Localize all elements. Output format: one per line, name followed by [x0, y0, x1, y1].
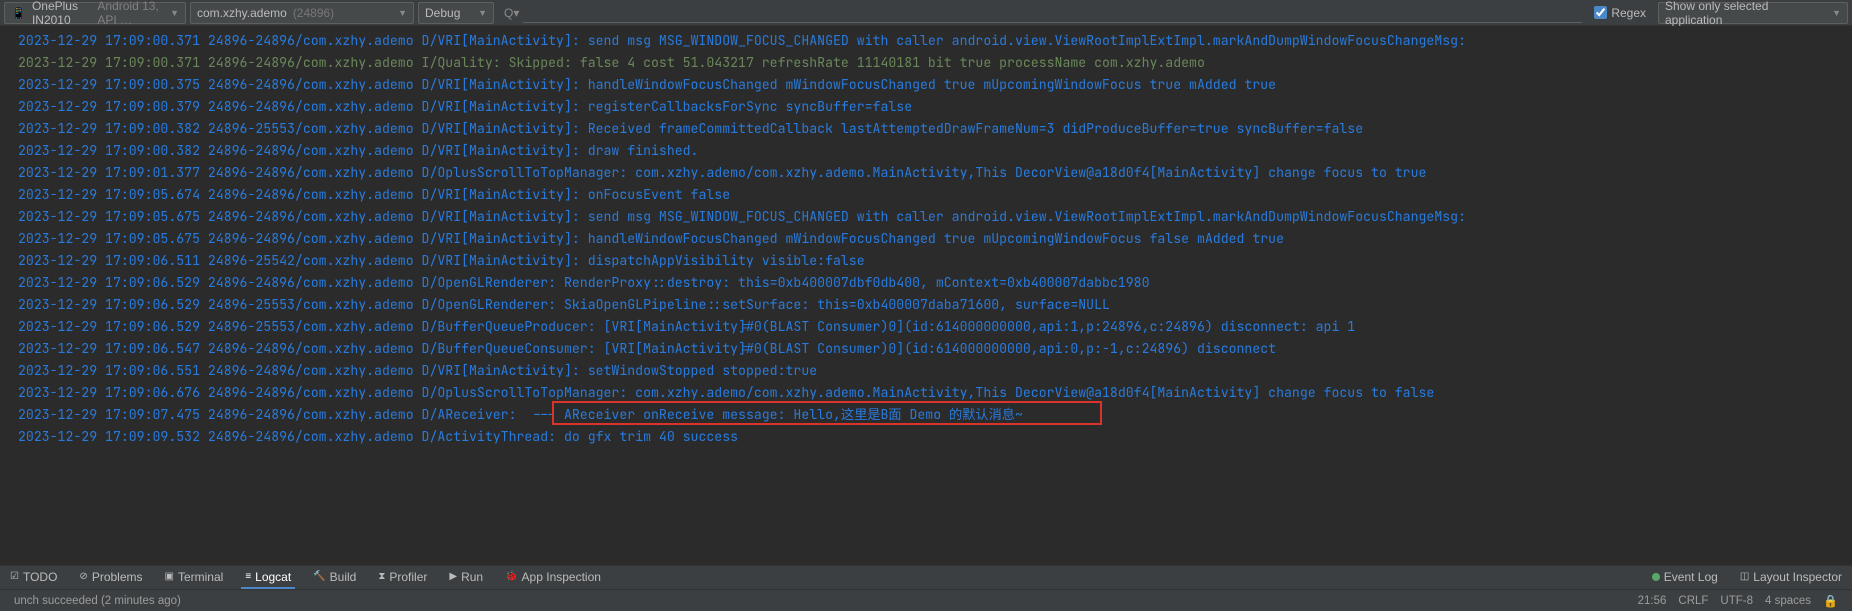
device-api: Android 13, API … — [97, 0, 164, 27]
tab-label: Event Log — [1664, 570, 1718, 584]
indent-info[interactable]: 4 spaces — [1765, 595, 1811, 607]
tab-label: Logcat — [255, 570, 291, 584]
loglevel-label: Debug — [425, 6, 460, 20]
chevron-down-icon: ▼ — [478, 8, 487, 18]
tab-build[interactable]: 🔨 Build — [309, 566, 360, 589]
tab-label: Layout Inspector — [1753, 570, 1842, 584]
search-input[interactable] — [523, 3, 1582, 23]
status-message: unch succeeded (2 minutes ago) — [14, 595, 181, 607]
log-line[interactable]: 2023-12-29 17:09:06.529 24896-25553/com.… — [18, 316, 1852, 338]
regex-checkbox-input[interactable] — [1594, 6, 1607, 19]
tab-label: Run — [461, 570, 483, 584]
line-separator[interactable]: CRLF — [1678, 595, 1708, 607]
log-line[interactable]: 2023-12-29 17:09:06.529 24896-25553/com.… — [18, 294, 1852, 316]
tab-terminal[interactable]: ▣ Terminal — [161, 566, 228, 589]
layout-inspector-icon: ◫ — [1740, 571, 1749, 582]
log-line[interactable]: 2023-12-29 17:09:00.382 24896-25553/com.… — [18, 118, 1852, 140]
log-line[interactable]: 2023-12-29 17:09:05.675 24896-24896/com.… — [18, 206, 1852, 228]
log-line[interactable]: 2023-12-29 17:09:00.382 24896-24896/com.… — [18, 140, 1852, 162]
caret-position[interactable]: 21:56 — [1638, 595, 1667, 607]
tab-profiler[interactable]: ⧗ Profiler — [374, 566, 431, 589]
log-line[interactable]: 2023-12-29 17:09:06.511 24896-25542/com.… — [18, 250, 1852, 272]
filter-selector[interactable]: Show only selected application ▼ — [1658, 2, 1848, 24]
status-bar: unch succeeded (2 minutes ago) 21:56 CRL… — [0, 589, 1852, 611]
tab-layout-inspector[interactable]: ◫ Layout Inspector — [1736, 566, 1846, 589]
tab-problems[interactable]: ⊘ Problems — [75, 566, 146, 589]
lock-icon[interactable]: 🔒 — [1823, 594, 1838, 608]
process-pid: (24896) — [293, 6, 334, 20]
highlight-box — [552, 401, 1102, 425]
log-line[interactable]: 2023-12-29 17:09:05.675 24896-24896/com.… — [18, 228, 1852, 250]
event-log-icon — [1652, 573, 1660, 581]
chevron-down-icon: ▼ — [170, 8, 179, 18]
log-output[interactable]: 2023-12-29 17:09:00.371 24896-24896/com.… — [0, 26, 1852, 565]
regex-label: Regex — [1611, 6, 1646, 20]
tab-logcat[interactable]: ≡ Logcat — [241, 566, 295, 589]
loglevel-selector[interactable]: Debug ▼ — [418, 2, 494, 24]
terminal-icon: ▣ — [165, 571, 174, 582]
log-line[interactable]: 2023-12-29 17:09:00.371 24896-24896/com.… — [18, 30, 1852, 52]
file-encoding[interactable]: UTF-8 — [1720, 595, 1753, 607]
search-wrapper: Q▾ — [504, 3, 1582, 23]
log-line[interactable]: 2023-12-29 17:09:06.551 24896-24896/com.… — [18, 360, 1852, 382]
problems-icon: ⊘ — [79, 571, 87, 582]
log-line[interactable]: 2023-12-29 17:09:06.547 24896-24896/com.… — [18, 338, 1852, 360]
tab-app-inspection[interactable]: 🐞 App Inspection — [501, 566, 605, 589]
device-name: OnePlus IN2010 — [32, 0, 91, 27]
tab-event-log[interactable]: Event Log — [1648, 566, 1722, 589]
logcat-toolbar: 📱 OnePlus IN2010 Android 13, API … ▼ com… — [0, 0, 1852, 26]
regex-checkbox[interactable]: Regex — [1594, 6, 1646, 20]
chevron-down-icon: ▼ — [398, 8, 407, 18]
profiler-icon: ⧗ — [378, 571, 385, 582]
todo-icon: ☑ — [10, 571, 19, 582]
filter-label: Show only selected application — [1665, 0, 1826, 27]
build-icon: 🔨 — [313, 571, 325, 582]
search-icon: Q▾ — [504, 6, 519, 20]
log-line[interactable]: 2023-12-29 17:09:00.375 24896-24896/com.… — [18, 74, 1852, 96]
process-name: com.xzhy.ademo — [197, 6, 287, 20]
tab-label: Terminal — [178, 570, 223, 584]
tab-label: TODO — [23, 570, 57, 584]
tab-run[interactable]: ▶ Run — [445, 566, 487, 589]
tab-todo[interactable]: ☑ TODO — [6, 566, 61, 589]
log-line[interactable]: 2023-12-29 17:09:05.674 24896-24896/com.… — [18, 184, 1852, 206]
device-selector[interactable]: 📱 OnePlus IN2010 Android 13, API … ▼ — [4, 2, 186, 24]
run-icon: ▶ — [449, 571, 457, 582]
log-line[interactable]: 2023-12-29 17:09:01.377 24896-24896/com.… — [18, 162, 1852, 184]
tool-window-bar: ☑ TODO ⊘ Problems ▣ Terminal ≡ Logcat 🔨 … — [0, 565, 1852, 589]
tab-label: Problems — [92, 570, 143, 584]
log-line[interactable]: 2023-12-29 17:09:00.371 24896-24896/com.… — [18, 52, 1852, 74]
tab-label: App Inspection — [522, 570, 601, 584]
logcat-icon: ≡ — [245, 571, 251, 582]
tab-label: Profiler — [389, 570, 427, 584]
inspection-icon: 🐞 — [505, 571, 517, 582]
chevron-down-icon: ▼ — [1832, 8, 1841, 18]
process-selector[interactable]: com.xzhy.ademo (24896) ▼ — [190, 2, 414, 24]
log-line[interactable]: 2023-12-29 17:09:09.532 24896-24896/com.… — [18, 426, 1852, 448]
log-line[interactable]: 2023-12-29 17:09:06.529 24896-24896/com.… — [18, 272, 1852, 294]
tab-label: Build — [330, 570, 357, 584]
log-line[interactable]: 2023-12-29 17:09:00.379 24896-24896/com.… — [18, 96, 1852, 118]
